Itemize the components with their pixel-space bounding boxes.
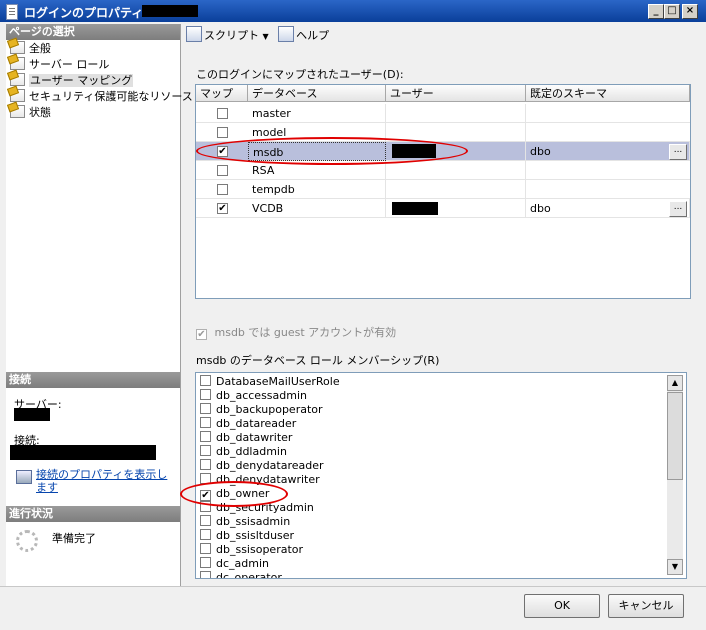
user-cell: [386, 180, 526, 199]
database-cell: VCDB: [248, 199, 386, 218]
guest-enabled-label: msdb では guest アカウントが有効: [214, 326, 397, 339]
maximize-button[interactable]: □: [664, 4, 680, 19]
nav-item-status[interactable]: 状態: [10, 105, 51, 121]
role-checkbox[interactable]: [200, 417, 211, 428]
scrollbar-thumb[interactable]: [667, 392, 683, 480]
dropdown-arrow-icon: ▼: [262, 32, 269, 41]
page-icon: [10, 89, 25, 102]
minimize-button[interactable]: _: [648, 4, 664, 19]
col-header-map[interactable]: マップ: [196, 85, 248, 102]
schema-cell[interactable]: dbo: [526, 142, 690, 161]
list-item[interactable]: db_backupoperator: [200, 403, 323, 417]
nav-item-server-roles[interactable]: サーバー ロール: [10, 57, 109, 73]
map-checkbox[interactable]: [217, 108, 228, 119]
list-item[interactable]: DatabaseMailUserRole: [200, 375, 340, 389]
title-bar: ログインのプロパティ - _ □ ×: [0, 0, 706, 22]
role-checkbox[interactable]: [200, 543, 211, 554]
connection-properties-icon: [16, 470, 32, 484]
list-item[interactable]: db_ssisltduser: [200, 529, 294, 543]
role-checkbox[interactable]: [200, 445, 211, 456]
user-cell[interactable]: [386, 199, 526, 218]
schema-browse-button[interactable]: ...: [669, 144, 687, 160]
role-checkbox[interactable]: [200, 515, 211, 526]
guest-enabled-checkbox: ✔: [196, 329, 207, 340]
role-checkbox[interactable]: [200, 529, 211, 540]
guest-enabled-row: ✔ msdb では guest アカウントが有効: [196, 324, 396, 340]
window-icon: [6, 4, 18, 20]
database-cell: tempdb: [248, 180, 386, 199]
ok-button[interactable]: OK: [524, 594, 600, 618]
redacted-user: [392, 202, 438, 215]
list-item[interactable]: dc_admin: [200, 557, 269, 571]
list-item[interactable]: db_ssisadmin: [200, 515, 290, 529]
help-icon: [278, 26, 295, 42]
footer-divider: [0, 586, 706, 587]
redacted-login-name: [142, 5, 198, 17]
role-checkbox[interactable]: [200, 557, 211, 568]
scroll-down-arrow-icon[interactable]: ▼: [667, 559, 683, 575]
map-checkbox[interactable]: ✔: [217, 203, 228, 214]
role-checkbox[interactable]: [200, 389, 211, 400]
col-header-database[interactable]: データベース: [248, 85, 386, 102]
database-cell: master: [248, 104, 386, 123]
close-button[interactable]: ×: [682, 4, 698, 19]
page-icon: [10, 57, 25, 70]
role-membership-list: DatabaseMailUserRole db_accessadmin db_b…: [195, 372, 687, 579]
progress-status: 準備完了: [52, 532, 96, 545]
role-checkbox[interactable]: [200, 431, 211, 442]
map-checkbox[interactable]: [217, 127, 228, 138]
schema-browse-button[interactable]: ...: [669, 201, 687, 217]
role-checkbox[interactable]: [200, 571, 211, 578]
role-checkbox[interactable]: [200, 375, 211, 386]
list-item[interactable]: db_accessadmin: [200, 389, 307, 403]
window-title: ログインのプロパティ -: [24, 6, 153, 20]
map-checkbox[interactable]: [217, 165, 228, 176]
role-checkbox[interactable]: [200, 459, 211, 470]
page-select-header: ページの選択: [6, 24, 180, 40]
table-row[interactable]: ✔ VCDB dbo ...: [196, 199, 690, 218]
map-checkbox[interactable]: [217, 184, 228, 195]
role-checkbox[interactable]: [200, 403, 211, 414]
page-icon: [10, 105, 25, 118]
list-item[interactable]: dc_operator: [200, 571, 282, 578]
highlight-ring-msdb: [196, 137, 468, 165]
user-mapping-grid: マップ データベース ユーザー 既定のスキーマ master model ✔ m…: [195, 84, 691, 299]
script-icon: [186, 26, 202, 42]
help-button[interactable]: ヘルプ: [278, 26, 329, 42]
table-row[interactable]: master: [196, 104, 690, 123]
list-item[interactable]: db_datareader: [200, 417, 296, 431]
cancel-button[interactable]: キャンセル: [608, 594, 684, 618]
list-item[interactable]: db_datawriter: [200, 431, 292, 445]
list-item[interactable]: db_ddladmin: [200, 445, 287, 459]
script-button[interactable]: スクリプト ▼: [186, 26, 269, 42]
redacted-server: [14, 408, 50, 421]
schema-cell[interactable]: dbo: [526, 199, 690, 218]
progress-header: 進行状況: [6, 506, 180, 522]
progress-spinner-icon: [16, 530, 38, 552]
nav-item-user-mapping[interactable]: ユーザー マッピング: [10, 73, 134, 89]
list-item[interactable]: db_ssisoperator: [200, 543, 303, 557]
role-list-scrollbar[interactable]: ▲ ▼: [667, 375, 683, 575]
redacted-connection: [10, 445, 156, 460]
table-row[interactable]: tempdb: [196, 180, 690, 199]
list-item[interactable]: db_denydatareader: [200, 459, 324, 473]
col-header-schema[interactable]: 既定のスキーマ: [526, 85, 690, 102]
highlight-ring-db-owner: [180, 481, 288, 507]
page-icon: [10, 73, 25, 86]
user-cell: [386, 104, 526, 123]
col-header-user[interactable]: ユーザー: [386, 85, 526, 102]
role-membership-label: msdb のデータベース ロール メンバーシップ(R): [196, 354, 440, 367]
left-pane: ページの選択 全般 サーバー ロール ユーザー マッピング セキュリティ保護可能…: [6, 24, 193, 586]
mapping-section-label: このログインにマップされたユーザー(D):: [196, 68, 404, 81]
page-icon: [10, 41, 25, 54]
scroll-up-arrow-icon[interactable]: ▲: [667, 375, 683, 391]
nav-item-securables[interactable]: セキュリティ保護可能なリソース: [10, 89, 193, 105]
view-connection-properties-link[interactable]: 接続のプロパティを表示します: [36, 468, 172, 494]
connection-header: 接続: [6, 372, 180, 388]
user-cell: [386, 161, 526, 180]
table-row[interactable]: RSA: [196, 161, 690, 180]
toolbar: スクリプト ▼ ヘルプ: [186, 26, 329, 44]
